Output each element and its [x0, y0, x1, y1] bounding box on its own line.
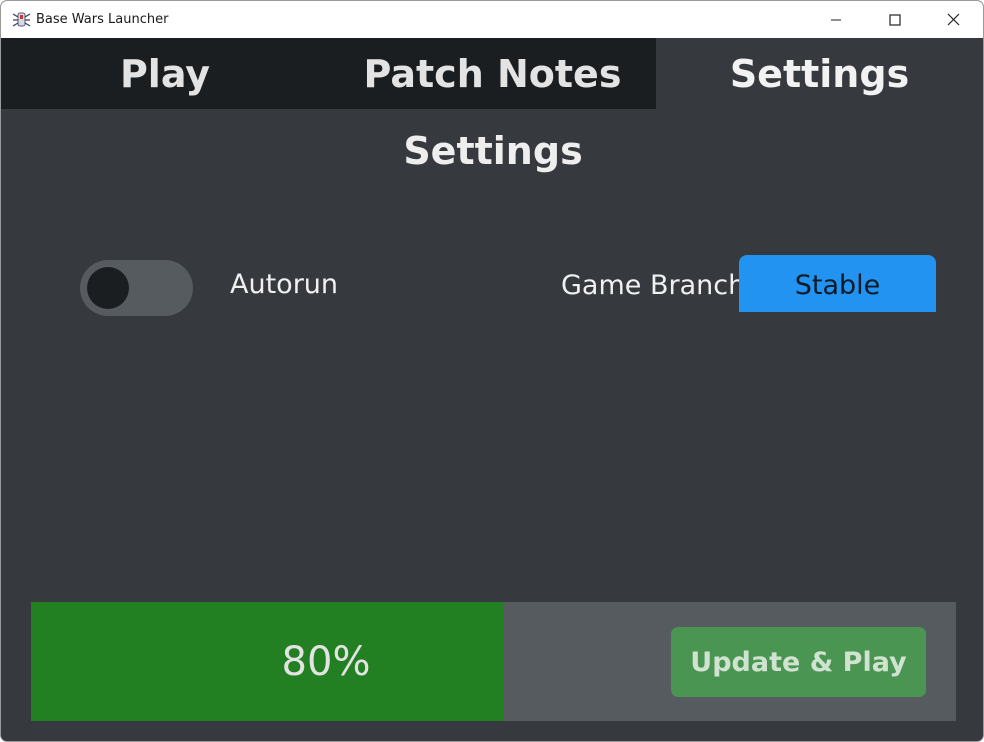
progress-bar: 80% Update & Play [31, 602, 956, 721]
close-button[interactable] [924, 1, 982, 38]
tab-settings[interactable]: Settings [656, 38, 983, 109]
update-play-button[interactable]: Update & Play [671, 627, 926, 697]
maximize-icon [889, 13, 901, 26]
spider-icon [12, 10, 31, 29]
page-title: Settings [403, 129, 583, 173]
minimize-button[interactable] [807, 1, 865, 38]
autorun-toggle[interactable] [80, 260, 193, 316]
progress-percent: 80% [281, 638, 371, 685]
game-branch-label: Game Branch [561, 270, 746, 301]
autorun-label: Autorun [230, 269, 339, 300]
toggle-knob [87, 267, 129, 309]
maximize-button[interactable] [866, 1, 924, 38]
tab-bar: Play Patch Notes Settings [1, 38, 983, 109]
launcher-window: Base Wars Launcher Play Patch Notes Sett… [0, 0, 984, 742]
close-icon [947, 13, 960, 26]
title-bar[interactable]: Base Wars Launcher [1, 1, 983, 38]
game-branch-select[interactable]: Stable [739, 255, 936, 312]
window-title: Base Wars Launcher [36, 12, 169, 27]
minimize-icon [830, 14, 842, 26]
tab-play[interactable]: Play [1, 38, 329, 109]
tab-patch-notes[interactable]: Patch Notes [329, 38, 656, 109]
